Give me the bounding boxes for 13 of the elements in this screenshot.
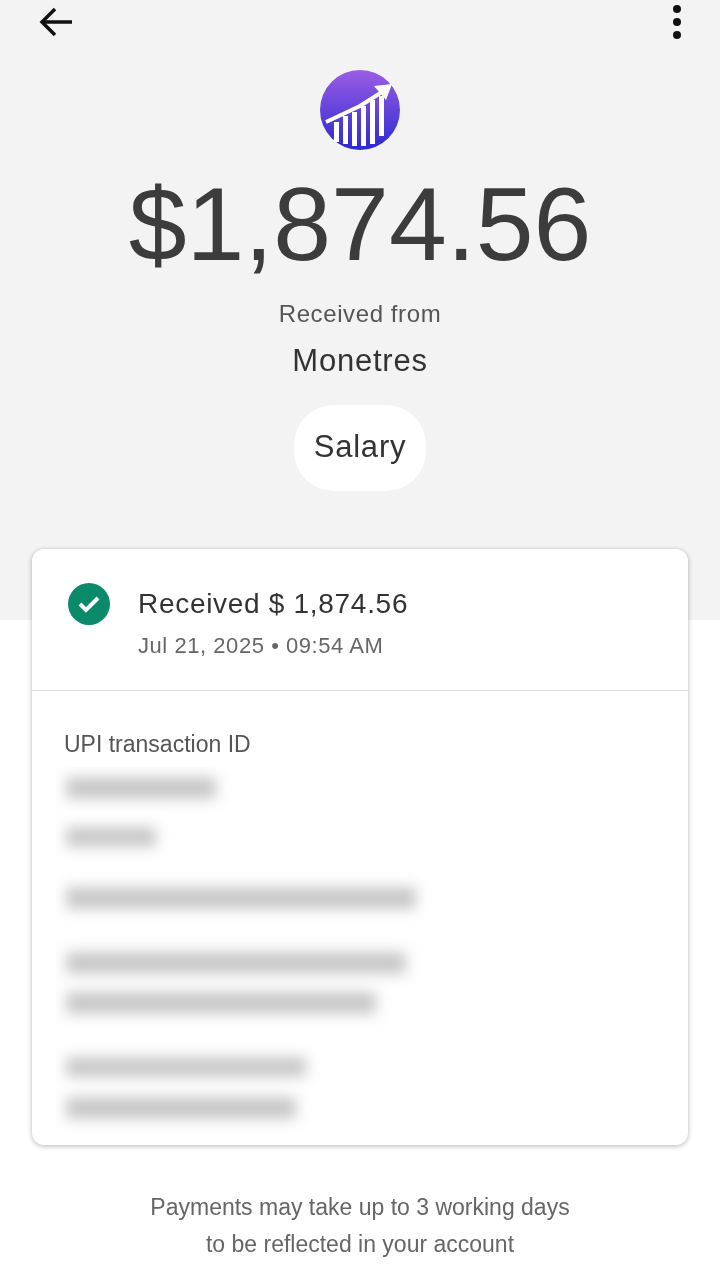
footer-note-line: to be reflected in your account — [205, 1229, 515, 1259]
amount: $1,874.56 — [128, 165, 592, 284]
sender-name: Monetres — [292, 342, 428, 380]
more-options-icon[interactable] — [672, 5, 682, 39]
status-title: Received $ 1,874.56 — [138, 586, 409, 621]
timestamp: Jul 21, 2025 • 09:54 AM — [138, 631, 385, 660]
received-from-label: Received from — [278, 299, 442, 329]
back-arrow-icon[interactable] — [38, 6, 74, 38]
footer-note-line: Payments may take up to 3 working days — [150, 1192, 570, 1222]
check-circle-icon — [68, 582, 110, 625]
transaction-id-label: UPI transaction ID — [64, 729, 252, 759]
note-chip: Salary — [293, 404, 427, 491]
logo-icon — [320, 70, 400, 150]
